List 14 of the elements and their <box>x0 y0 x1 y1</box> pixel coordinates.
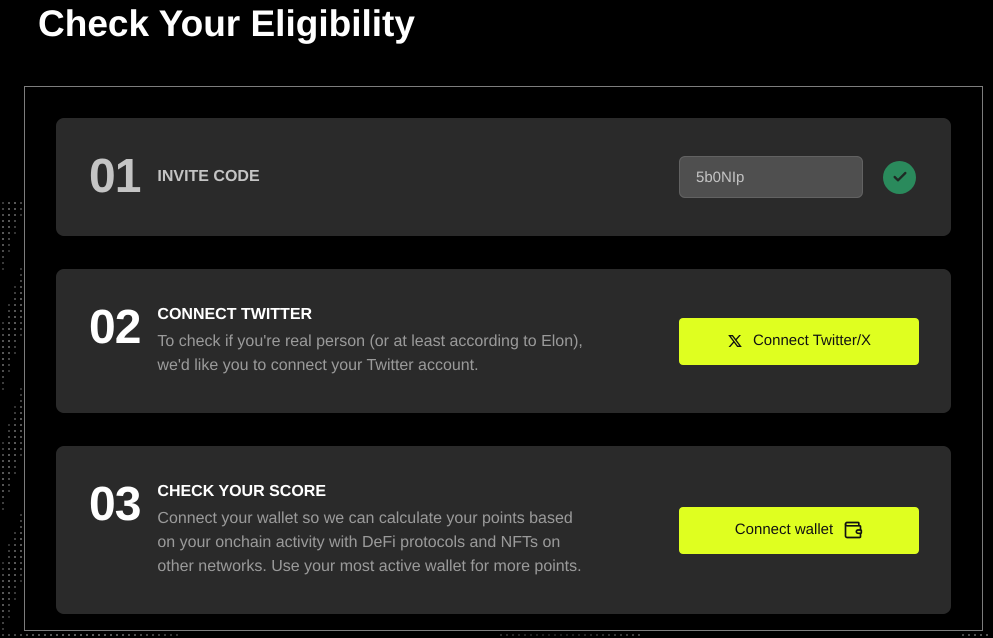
invite-code-field[interactable]: 5b0NIp <box>679 156 863 198</box>
step-description: Connect your wallet so we can calculate your points based on your onchain activity with DeFi protocols and NFTs on other networks. Use your most active wallet for more points. <box>157 509 583 577</box>
step-title: INVITE CODE <box>157 167 260 187</box>
step-title: CONNECT TWITTER <box>157 305 312 325</box>
wallet-icon <box>843 520 864 540</box>
x-logo-icon <box>726 333 743 349</box>
page-title: Check Your Eligibility <box>38 2 415 46</box>
step-description: To check if you're real person (or at least according to Elon), we'd like you to connect your Twitter account. <box>157 332 584 376</box>
step-title: CHECK YOUR SCORE <box>157 482 326 502</box>
step-number: 02 <box>89 304 140 352</box>
connect-wallet-button[interactable]: Connect wallet <box>679 506 919 554</box>
connect-twitter-button[interactable]: Connect Twitter/X <box>679 318 919 364</box>
step-number: 01 <box>89 153 140 201</box>
step-number: 03 <box>89 481 140 529</box>
